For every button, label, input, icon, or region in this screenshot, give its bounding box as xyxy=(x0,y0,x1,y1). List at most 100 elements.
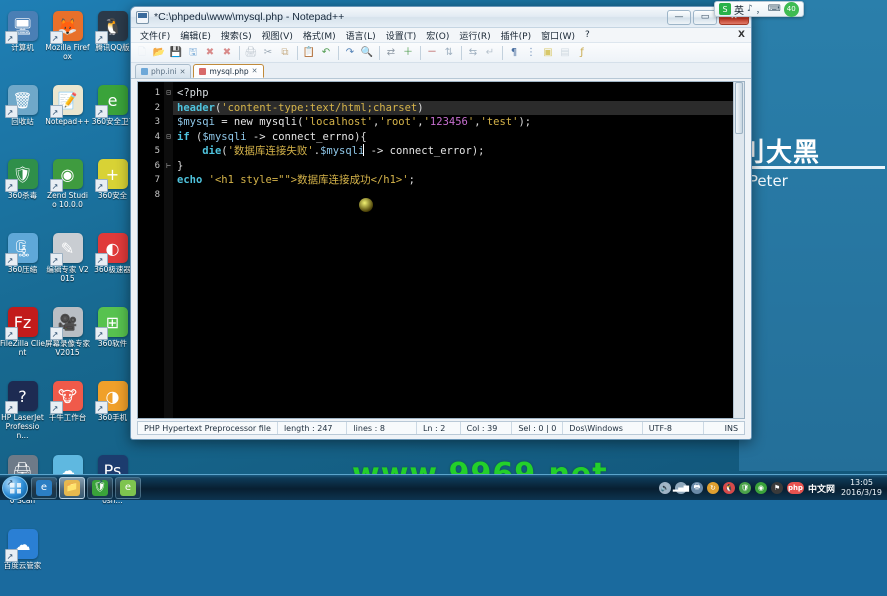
desktop-icon-360-zip[interactable]: 🗜 ↗ 360压缩 xyxy=(0,228,45,300)
minimize-button[interactable]: — xyxy=(667,9,691,25)
desktop-icon-360-guard[interactable]: e ↗ 360安全卫7 xyxy=(90,80,135,152)
menu-item-11[interactable]: ? xyxy=(580,30,595,40)
word-wrap-icon[interactable]: ↵ xyxy=(482,45,498,61)
window-titlebar[interactable]: *C:\phpedu\www\mysql.php - Notepad++ — ▭… xyxy=(131,7,751,28)
ime-punctuation-icon[interactable]: ， xyxy=(756,3,765,16)
cut-icon[interactable]: ✂ xyxy=(260,45,276,61)
ime-language-bar[interactable]: S 英 ♪ ， ⌨ 40 xyxy=(714,1,804,17)
find-icon[interactable]: 🔍 xyxy=(359,45,375,61)
fold-marker[interactable]: ⊟ xyxy=(164,130,173,145)
code-line[interactable] xyxy=(173,188,744,203)
close-document-button[interactable]: X xyxy=(732,30,751,40)
desktop-icon-qq[interactable]: 🐧 ↗ 腾讯QQ版 xyxy=(90,6,135,78)
indent-guide-icon[interactable]: ⋮ xyxy=(523,45,539,61)
desktop-icon-qianniu[interactable]: 🐮 ↗ 千牛工作台 xyxy=(45,376,90,448)
doc-map-icon[interactable]: ▤ xyxy=(557,45,573,61)
desktop-icon-360-mobile[interactable]: ◑ ↗ 360手机 xyxy=(90,376,135,448)
scrollbar-thumb[interactable] xyxy=(735,82,743,134)
desktop-icon-filezilla[interactable]: Fz ↗ FileZilla Client xyxy=(0,302,45,374)
desktop-icon-firefox[interactable]: 🦊 ↗ Mozilla Firefox xyxy=(45,6,90,78)
desktop-icon-screen-recorder[interactable]: 🎥 ↗ 屏幕录像专家 V2015 xyxy=(45,302,90,374)
menu-item-0[interactable]: 文件(F) xyxy=(135,29,175,42)
tab-close-icon[interactable]: ✕ xyxy=(252,67,258,75)
tray-volume-icon[interactable]: 🔊 xyxy=(658,482,671,494)
desktop-icon-hp-laserjet[interactable]: ? ↗ HP LaserJet Profession... xyxy=(0,376,45,448)
document-tab-mysql-php[interactable]: mysql.php ✕ xyxy=(193,64,264,78)
save-icon[interactable]: 💾 xyxy=(168,45,184,61)
tray-360-icon[interactable]: ◉ xyxy=(754,482,767,494)
desktop-icon-360-browser[interactable]: ◐ ↗ 360极速器 xyxy=(90,228,135,300)
desktop-icon-360-safe[interactable]: + ↗ 360安全 xyxy=(90,154,135,226)
taskbar-clock[interactable]: 13:05 2016/3/19 xyxy=(839,478,882,498)
tab-close-icon[interactable]: ✕ xyxy=(180,68,186,76)
notepadpp-window[interactable]: *C:\phpedu\www\mysql.php - Notepad++ — ▭… xyxy=(130,6,752,440)
open-file-icon[interactable]: 📂 xyxy=(151,45,167,61)
code-line[interactable]: header('content-type:text/html;charset) xyxy=(173,100,744,115)
close-all-icon[interactable]: ✖ xyxy=(219,45,235,61)
menu-item-10[interactable]: 窗口(W) xyxy=(536,29,580,42)
tray-network-icon[interactable]: ▂▄▆ xyxy=(673,482,689,494)
menu-item-2[interactable]: 搜索(S) xyxy=(216,29,257,42)
tray-printer-icon[interactable]: 🖶 xyxy=(690,482,703,494)
code-line[interactable]: echo '<h1 style="">数据库连接成功</h1>'; xyxy=(173,173,744,188)
desktop-icon-editor-expert[interactable]: ✎ ↗ 编辑专家 V2015 xyxy=(45,228,90,300)
menu-item-6[interactable]: 设置(T) xyxy=(381,29,422,42)
paste-icon[interactable]: 📋 xyxy=(301,45,317,61)
user-lang-icon[interactable]: ▣ xyxy=(540,45,556,61)
sync-scroll-v-icon[interactable]: ⇅ xyxy=(441,45,457,61)
undo-icon[interactable]: ↶ xyxy=(318,45,334,61)
menu-item-3[interactable]: 视图(V) xyxy=(257,29,298,42)
ime-note-icon[interactable]: ♪ xyxy=(747,4,753,14)
taskbar[interactable]: e 📁 🛡 e 🔊 ▂▄▆ 🖶 ↻ 🐧 🛡 ◉ ⚑ php 中文网 13:05 2016/3/19 xyxy=(0,474,887,500)
toolbar[interactable]: 🗋 📂 💾 🖫 ✖ ✖ 🖨 ✂ ⧉ 📋 ↶ ↷ 🔍 ⇄ ＋－ ⇅ ⇆ ↵ ¶ ⋮ ▣ ▤ ƒ xyxy=(131,43,751,63)
copy-icon[interactable]: ⧉ xyxy=(277,45,293,61)
document-tab-bar[interactable]: php.ini ✕ mysql.php ✕ xyxy=(131,63,751,79)
code-line[interactable]: <?php xyxy=(173,86,744,101)
php-tray-icon[interactable]: php xyxy=(786,482,804,494)
taskbar-explorer-button[interactable]: 📁 xyxy=(59,476,85,499)
desktop-icon-360-antivirus[interactable]: 🛡 ↗ 360杀毒 xyxy=(0,154,45,226)
menu-item-9[interactable]: 插件(P) xyxy=(496,29,536,42)
tray-action-center-icon[interactable]: ⚑ xyxy=(770,482,783,494)
code-line[interactable]: die('数据库连接失败'.$mysqli -> connect_error); xyxy=(173,144,744,159)
replace-icon[interactable]: ⇄ xyxy=(383,45,399,61)
code-line[interactable]: } xyxy=(173,159,744,174)
code-line[interactable]: if ($mysqli -> connect_errno){ xyxy=(173,130,744,145)
desktop-icon-computer[interactable]: 🖥 ↗ 计算机 xyxy=(0,6,45,78)
vertical-scrollbar[interactable] xyxy=(733,82,744,418)
ime-keyboard-icon[interactable]: ⌨ xyxy=(768,4,781,14)
menu-item-4[interactable]: 格式(M) xyxy=(298,29,341,42)
zoom-in-icon[interactable]: ＋ xyxy=(400,45,416,61)
menu-item-8[interactable]: 运行(R) xyxy=(454,29,495,42)
tray-update-icon[interactable]: ↻ xyxy=(706,482,719,494)
system-tray[interactable]: 🔊 ▂▄▆ 🖶 ↻ 🐧 🛡 ◉ ⚑ php 中文网 13:05 2016/3/19 xyxy=(658,475,885,501)
redo-icon[interactable]: ↷ xyxy=(342,45,358,61)
code-text-area[interactable]: <?php header('content-type:text/html;char… xyxy=(173,82,744,418)
fold-marker[interactable]: ⊟ xyxy=(164,86,173,101)
save-all-icon[interactable]: 🖫 xyxy=(185,45,201,61)
menu-item-1[interactable]: 编辑(E) xyxy=(175,29,216,42)
desktop-icon-notepadpp[interactable]: 📝 ↗ Notepad++ xyxy=(45,80,90,152)
code-folding-margin[interactable]: ⊟ ⊟ ⊢ xyxy=(164,82,173,418)
taskbar-browser-button[interactable]: e xyxy=(115,476,141,499)
tray-shield-icon[interactable]: 🛡 xyxy=(738,482,751,494)
new-file-icon[interactable]: 🗋 xyxy=(134,45,150,61)
close-file-icon[interactable]: ✖ xyxy=(202,45,218,61)
sync-scroll-h-icon[interactable]: ⇆ xyxy=(465,45,481,61)
code-line[interactable]: $mysqi = new mysqli('localhost','root','… xyxy=(173,115,744,130)
menu-item-5[interactable]: 语言(L) xyxy=(341,29,381,42)
editor-area[interactable]: 12345678 ⊟ ⊟ ⊢ <?php header('content-type:t… xyxy=(137,81,745,419)
menu-bar[interactable]: 文件(F) 编辑(E) 搜索(S) 视图(V) 格式(M) 语言(L) 设置(T) 宏(O) 运… xyxy=(131,28,751,43)
desktop-icon-360-software[interactable]: ⊞ ↗ 360软件 xyxy=(90,302,135,374)
print-icon[interactable]: 🖨 xyxy=(243,45,259,61)
ime-mode-toggle[interactable]: 英 xyxy=(734,2,744,17)
func-list-icon[interactable]: ƒ xyxy=(574,45,590,61)
tray-qq-icon[interactable]: 🐧 xyxy=(722,482,735,494)
desktop-icon-zend-studio[interactable]: ◉ ↗ Zend Studio 10.0.0 xyxy=(45,154,90,226)
menu-item-7[interactable]: 宏(O) xyxy=(421,29,454,42)
desktop-icon-recycle-bin[interactable]: 🗑 ↗ 回收站 xyxy=(0,80,45,152)
ime-notification-badge[interactable]: 40 xyxy=(783,1,799,17)
fold-marker[interactable]: ⊢ xyxy=(164,159,173,174)
zoom-out-icon[interactable]: － xyxy=(424,45,440,61)
show-all-chars-icon[interactable]: ¶ xyxy=(506,45,522,61)
